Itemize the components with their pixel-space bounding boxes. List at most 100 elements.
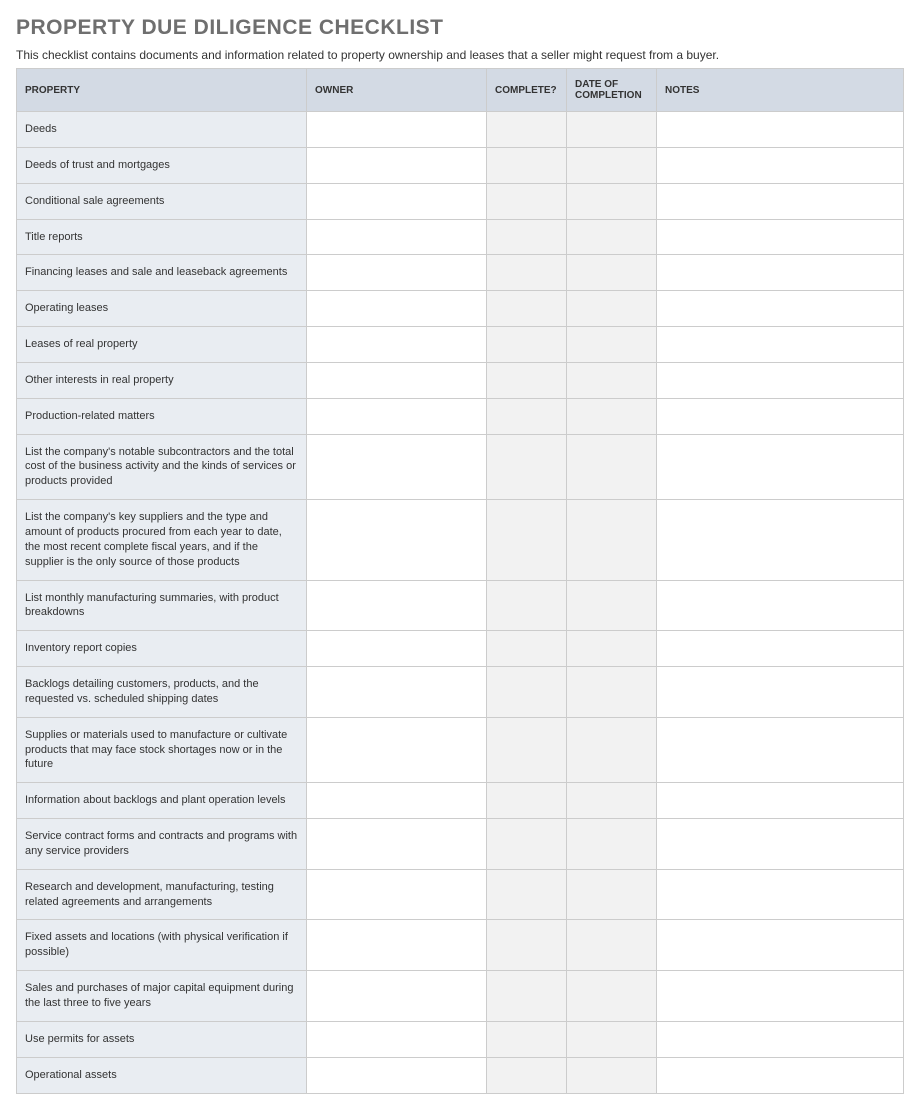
complete-cell[interactable]	[487, 717, 567, 783]
date-cell[interactable]	[567, 1021, 657, 1057]
date-cell[interactable]	[567, 580, 657, 631]
notes-cell[interactable]	[657, 255, 904, 291]
owner-cell[interactable]	[307, 869, 487, 920]
owner-cell[interactable]	[307, 717, 487, 783]
notes-cell[interactable]	[657, 1021, 904, 1057]
complete-cell[interactable]	[487, 869, 567, 920]
complete-cell[interactable]	[487, 500, 567, 580]
owner-cell[interactable]	[307, 112, 487, 148]
table-row: Information about backlogs and plant ope…	[17, 783, 904, 819]
complete-cell[interactable]	[487, 971, 567, 1022]
table-row: Financing leases and sale and leaseback …	[17, 255, 904, 291]
owner-cell[interactable]	[307, 1021, 487, 1057]
date-cell[interactable]	[567, 183, 657, 219]
date-cell[interactable]	[567, 783, 657, 819]
header-owner: OWNER	[307, 69, 487, 112]
complete-cell[interactable]	[487, 362, 567, 398]
notes-cell[interactable]	[657, 1057, 904, 1093]
notes-cell[interactable]	[657, 783, 904, 819]
date-cell[interactable]	[567, 717, 657, 783]
notes-cell[interactable]	[657, 398, 904, 434]
owner-cell[interactable]	[307, 500, 487, 580]
date-cell[interactable]	[567, 255, 657, 291]
complete-cell[interactable]	[487, 631, 567, 667]
owner-cell[interactable]	[307, 327, 487, 363]
owner-cell[interactable]	[307, 362, 487, 398]
complete-cell[interactable]	[487, 920, 567, 971]
date-cell[interactable]	[567, 362, 657, 398]
complete-cell[interactable]	[487, 580, 567, 631]
complete-cell[interactable]	[487, 1057, 567, 1093]
notes-cell[interactable]	[657, 580, 904, 631]
notes-cell[interactable]	[657, 362, 904, 398]
owner-cell[interactable]	[307, 398, 487, 434]
page-title: PROPERTY DUE DILIGENCE CHECKLIST	[16, 16, 904, 40]
complete-cell[interactable]	[487, 783, 567, 819]
complete-cell[interactable]	[487, 219, 567, 255]
notes-cell[interactable]	[657, 631, 904, 667]
date-cell[interactable]	[567, 667, 657, 718]
date-cell[interactable]	[567, 291, 657, 327]
table-row: Service contract forms and contracts and…	[17, 819, 904, 870]
owner-cell[interactable]	[307, 183, 487, 219]
owner-cell[interactable]	[307, 971, 487, 1022]
owner-cell[interactable]	[307, 1057, 487, 1093]
notes-cell[interactable]	[657, 819, 904, 870]
owner-cell[interactable]	[307, 819, 487, 870]
owner-cell[interactable]	[307, 920, 487, 971]
notes-cell[interactable]	[657, 667, 904, 718]
owner-cell[interactable]	[307, 255, 487, 291]
property-cell: Production-related matters	[17, 398, 307, 434]
date-cell[interactable]	[567, 631, 657, 667]
owner-cell[interactable]	[307, 783, 487, 819]
notes-cell[interactable]	[657, 869, 904, 920]
owner-cell[interactable]	[307, 291, 487, 327]
owner-cell[interactable]	[307, 631, 487, 667]
table-row: List monthly manufacturing summaries, wi…	[17, 580, 904, 631]
notes-cell[interactable]	[657, 147, 904, 183]
owner-cell[interactable]	[307, 147, 487, 183]
notes-cell[interactable]	[657, 717, 904, 783]
complete-cell[interactable]	[487, 327, 567, 363]
complete-cell[interactable]	[487, 147, 567, 183]
table-row: Deeds of trust and mortgages	[17, 147, 904, 183]
date-cell[interactable]	[567, 920, 657, 971]
notes-cell[interactable]	[657, 291, 904, 327]
complete-cell[interactable]	[487, 183, 567, 219]
owner-cell[interactable]	[307, 580, 487, 631]
notes-cell[interactable]	[657, 434, 904, 500]
complete-cell[interactable]	[487, 819, 567, 870]
date-cell[interactable]	[567, 147, 657, 183]
notes-cell[interactable]	[657, 183, 904, 219]
table-row: Sales and purchases of major capital equ…	[17, 971, 904, 1022]
date-cell[interactable]	[567, 869, 657, 920]
date-cell[interactable]	[567, 971, 657, 1022]
notes-cell[interactable]	[657, 920, 904, 971]
owner-cell[interactable]	[307, 219, 487, 255]
complete-cell[interactable]	[487, 255, 567, 291]
date-cell[interactable]	[567, 219, 657, 255]
notes-cell[interactable]	[657, 112, 904, 148]
complete-cell[interactable]	[487, 112, 567, 148]
date-cell[interactable]	[567, 819, 657, 870]
date-cell[interactable]	[567, 1057, 657, 1093]
property-cell: Inventory report copies	[17, 631, 307, 667]
notes-cell[interactable]	[657, 327, 904, 363]
complete-cell[interactable]	[487, 291, 567, 327]
date-cell[interactable]	[567, 500, 657, 580]
notes-cell[interactable]	[657, 971, 904, 1022]
date-cell[interactable]	[567, 327, 657, 363]
owner-cell[interactable]	[307, 667, 487, 718]
complete-cell[interactable]	[487, 667, 567, 718]
owner-cell[interactable]	[307, 434, 487, 500]
notes-cell[interactable]	[657, 219, 904, 255]
notes-cell[interactable]	[657, 500, 904, 580]
complete-cell[interactable]	[487, 434, 567, 500]
property-cell: Operating leases	[17, 291, 307, 327]
date-cell[interactable]	[567, 434, 657, 500]
complete-cell[interactable]	[487, 398, 567, 434]
date-cell[interactable]	[567, 398, 657, 434]
property-cell: Use permits for assets	[17, 1021, 307, 1057]
date-cell[interactable]	[567, 112, 657, 148]
complete-cell[interactable]	[487, 1021, 567, 1057]
